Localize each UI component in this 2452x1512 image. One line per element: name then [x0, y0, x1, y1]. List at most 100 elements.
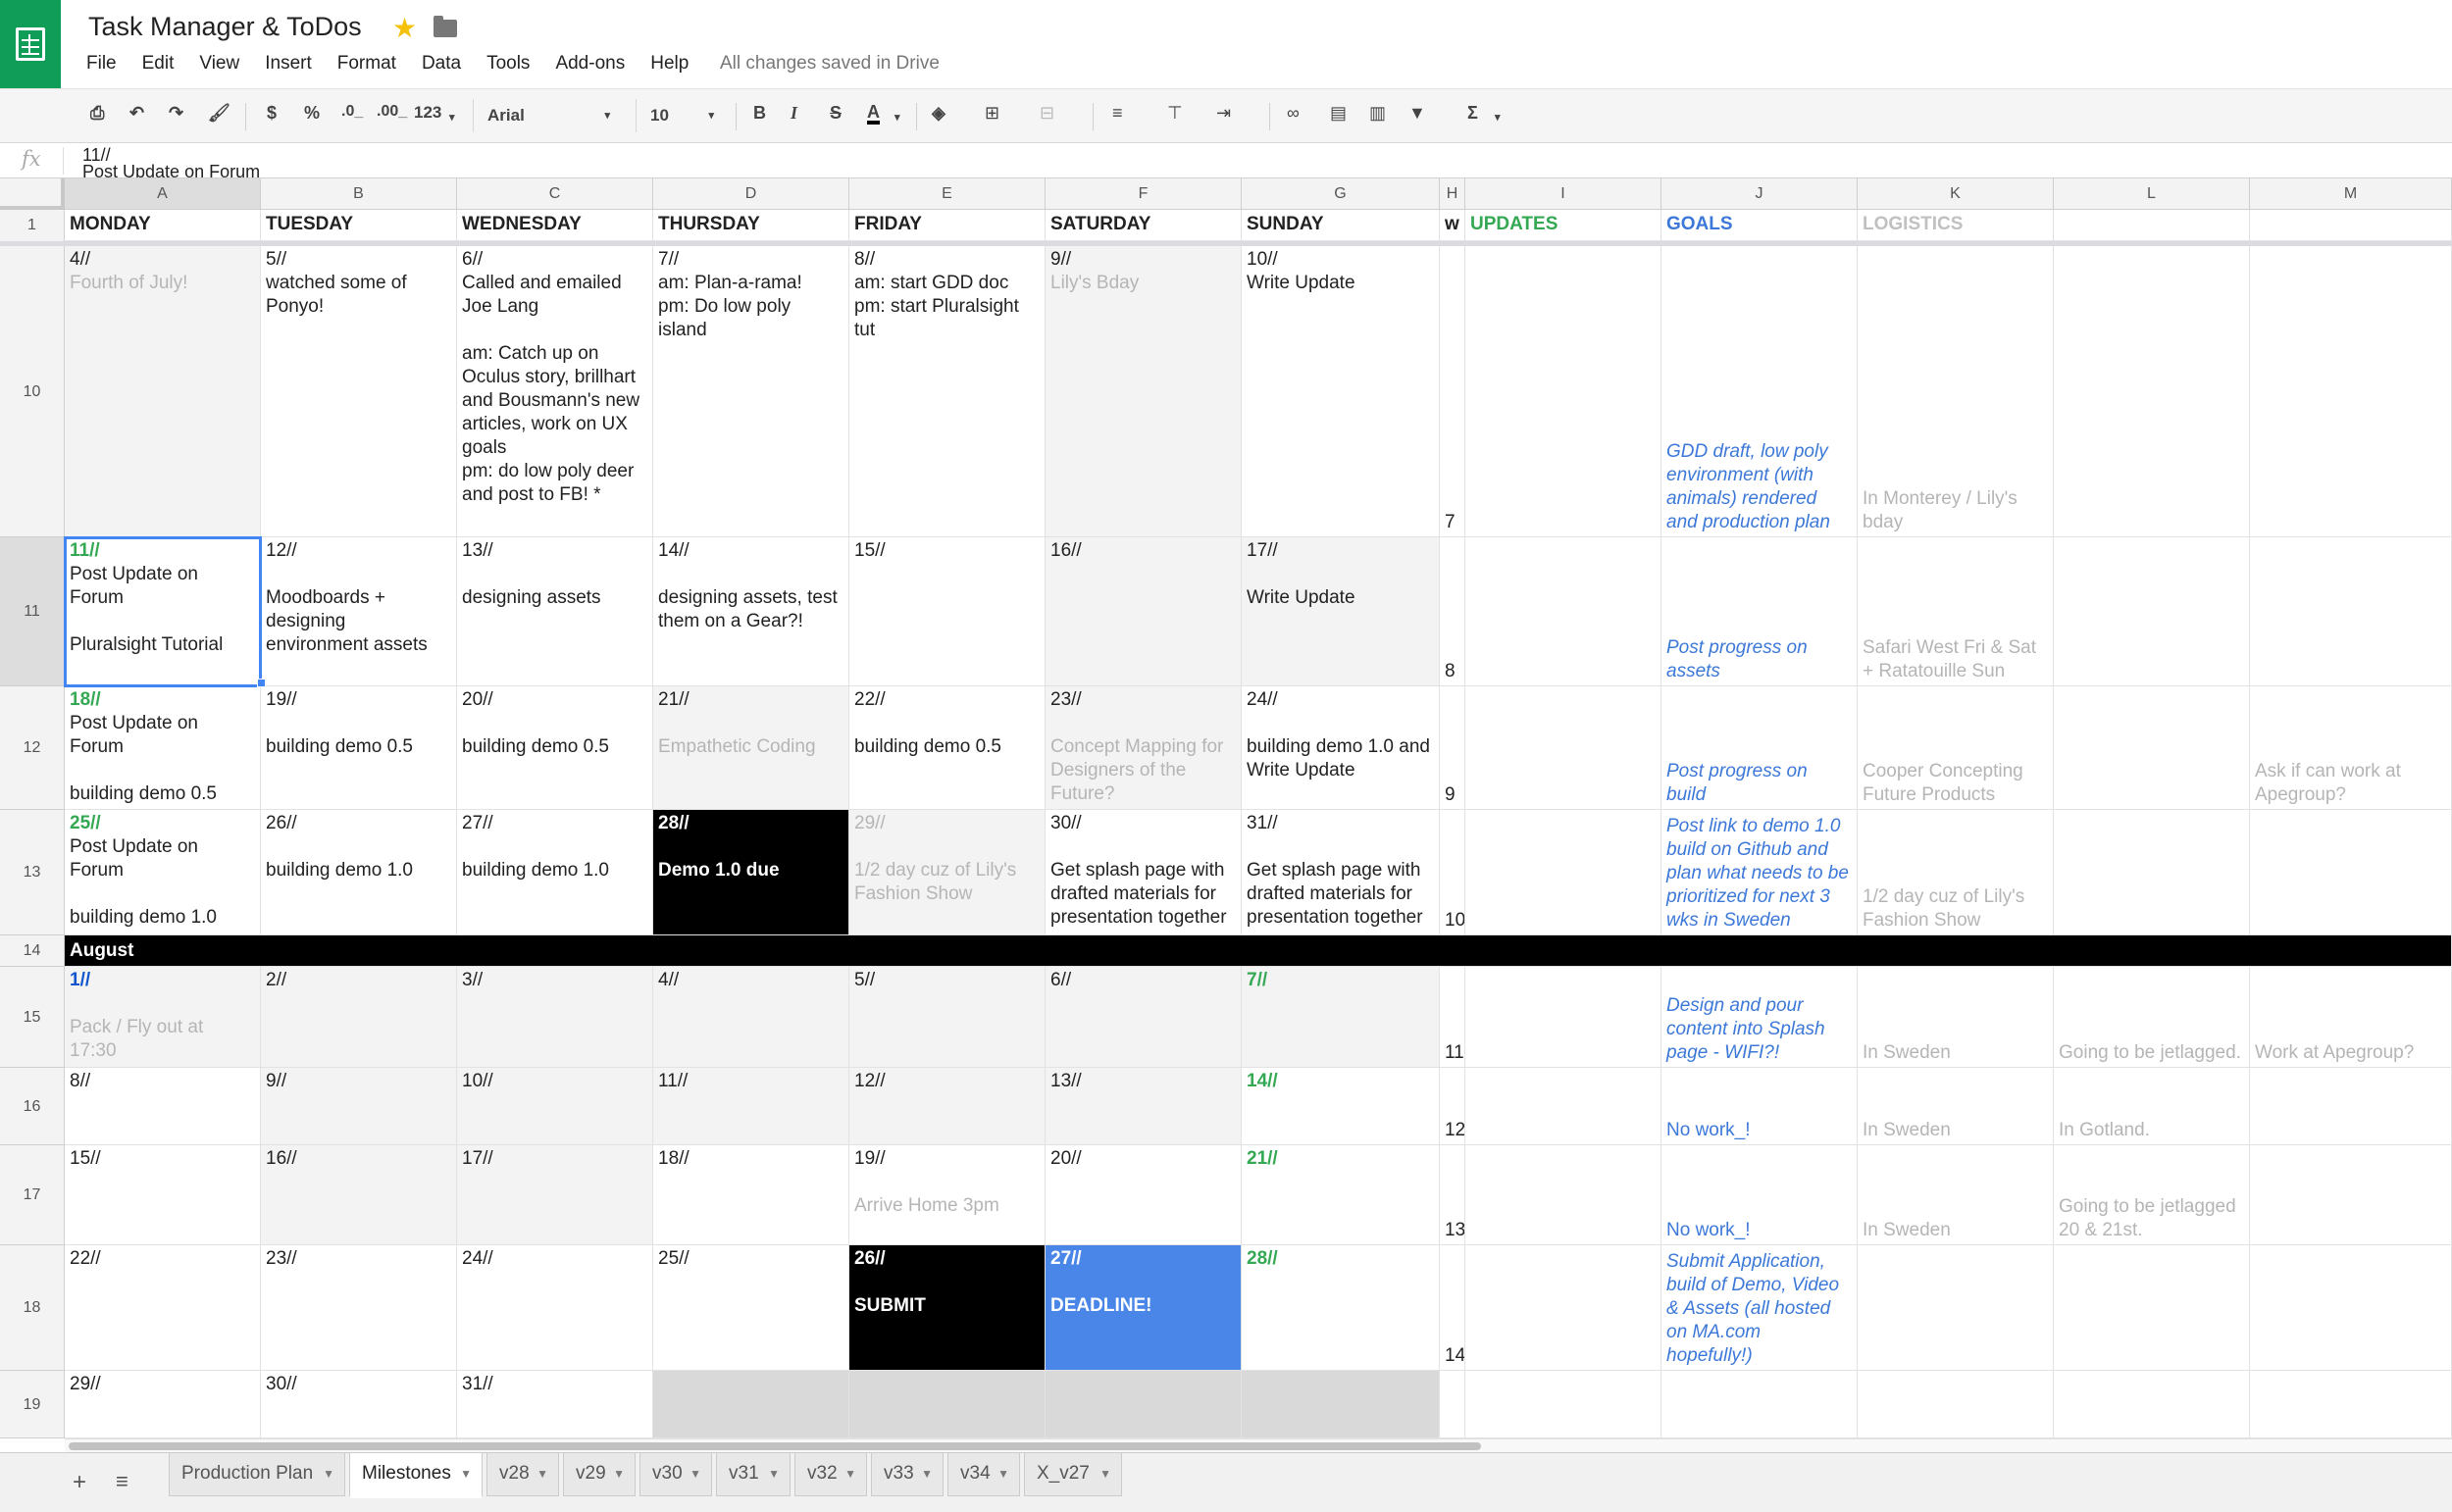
- currency-button[interactable]: $: [267, 103, 277, 124]
- link-icon[interactable]: ∞: [1287, 103, 1300, 124]
- text-wrap-icon[interactable]: ⇥: [1216, 103, 1231, 124]
- cell-e16[interactable]: 12//: [849, 1068, 1046, 1145]
- cell-i18[interactable]: [1465, 1245, 1661, 1371]
- fill-color-icon[interactable]: ◈: [932, 103, 945, 124]
- cell-f10[interactable]: 9// Lily's Bday: [1046, 246, 1242, 537]
- folder-icon[interactable]: [434, 16, 457, 37]
- column-header-c[interactable]: C: [457, 178, 653, 210]
- chevron-down-icon[interactable]: ▼: [613, 1453, 625, 1494]
- row-header-15[interactable]: 15: [0, 967, 65, 1068]
- cell-e17[interactable]: 19// Arrive Home 3pm: [849, 1145, 1046, 1245]
- cell-j13[interactable]: Post link to demo 1.0 build on Github an…: [1661, 810, 1858, 935]
- header-cell-a[interactable]: MONDAY: [65, 210, 261, 241]
- column-header-k[interactable]: K: [1858, 178, 2054, 210]
- document-title[interactable]: Task Manager & ToDos: [88, 12, 362, 42]
- cell-i15[interactable]: [1465, 967, 1661, 1068]
- column-header-g[interactable]: G: [1242, 178, 1440, 210]
- text-color-button[interactable]: A: [867, 103, 880, 125]
- column-header-i[interactable]: I: [1465, 178, 1661, 210]
- cell-c19[interactable]: 31//: [457, 1371, 653, 1438]
- column-header-e[interactable]: E: [849, 178, 1046, 210]
- cell-c15[interactable]: 3//: [457, 967, 653, 1068]
- cell-h17[interactable]: 13: [1440, 1145, 1465, 1245]
- sheet-tab[interactable]: v31 ▼: [716, 1453, 791, 1496]
- cell-m18[interactable]: [2250, 1245, 2452, 1371]
- header-cell-d[interactable]: THURSDAY: [653, 210, 849, 241]
- cell-h10[interactable]: 7: [1440, 246, 1465, 537]
- cell-e18[interactable]: 26// SUBMIT: [849, 1245, 1046, 1371]
- menu-file[interactable]: File: [86, 53, 117, 75]
- cell-m16[interactable]: [2250, 1068, 2452, 1145]
- cell-e19[interactable]: [849, 1371, 1046, 1438]
- cell-f18[interactable]: 27// DEADLINE!: [1046, 1245, 1242, 1371]
- cell-m13[interactable]: [2250, 810, 2452, 935]
- row-header-17[interactable]: 17: [0, 1145, 65, 1245]
- chevron-down-icon[interactable]: ▼: [460, 1453, 472, 1494]
- cell-k19[interactable]: [1858, 1371, 2054, 1438]
- column-header-j[interactable]: J: [1661, 178, 1858, 210]
- cell-m15[interactable]: Work at Apegroup?: [2250, 967, 2452, 1068]
- cell-b19[interactable]: 30//: [261, 1371, 457, 1438]
- cell-b18[interactable]: 23//: [261, 1245, 457, 1371]
- cell-e10[interactable]: 8// am: start GDD doc pm: start Pluralsig…: [849, 246, 1046, 537]
- sheet-tab[interactable]: v32 ▼: [794, 1453, 867, 1496]
- align-left-icon[interactable]: ≡: [1112, 103, 1123, 124]
- header-cell-b[interactable]: TUESDAY: [261, 210, 457, 241]
- cell-l18[interactable]: [2054, 1245, 2250, 1371]
- column-header-f[interactable]: F: [1046, 178, 1242, 210]
- cell-l17[interactable]: Going to be jetlagged 20 & 21st.: [2054, 1145, 2250, 1245]
- cell-h18[interactable]: 14: [1440, 1245, 1465, 1371]
- cell-e15[interactable]: 5//: [849, 967, 1046, 1068]
- cell-h16[interactable]: 12: [1440, 1068, 1465, 1145]
- cell-k13[interactable]: 1/2 day cuz of Lily's Fashion Show: [1858, 810, 2054, 935]
- menu-view[interactable]: View: [199, 53, 239, 75]
- chevron-down-icon[interactable]: ▼: [921, 1453, 933, 1494]
- print-icon[interactable]: ⎙: [90, 103, 104, 124]
- cell-f16[interactable]: 13//: [1046, 1068, 1242, 1145]
- cell-m12[interactable]: Ask if can work at Apegroup?: [2250, 686, 2452, 810]
- sheet-tab[interactable]: X_v27 ▼: [1024, 1453, 1122, 1496]
- cell-g18[interactable]: 28//: [1242, 1245, 1440, 1371]
- redo-icon[interactable]: ↷: [169, 103, 183, 124]
- scrollbar-thumb[interactable]: [69, 1442, 1481, 1450]
- header-cell-k[interactable]: LOGISTICS: [1858, 210, 2054, 241]
- chevron-down-icon[interactable]: ▼: [997, 1453, 1009, 1494]
- functions-button[interactable]: Σ: [1467, 103, 1478, 124]
- cell-i19[interactable]: [1465, 1371, 1661, 1438]
- menu-edit[interactable]: Edit: [142, 53, 175, 75]
- merge-cells-icon[interactable]: ⊟: [1040, 103, 1054, 124]
- row-header-11[interactable]: 11: [0, 537, 65, 686]
- cell-m10[interactable]: [2250, 246, 2452, 537]
- cell-i10[interactable]: [1465, 246, 1661, 537]
- borders-icon[interactable]: ⊞: [985, 103, 999, 124]
- cell-d16[interactable]: 11//: [653, 1068, 849, 1145]
- cell-k15[interactable]: In Sweden: [1858, 967, 2054, 1068]
- cell-k11[interactable]: Safari West Fri & Sat + Ratatouille Sun: [1858, 537, 2054, 686]
- column-header-d[interactable]: D: [653, 178, 849, 210]
- cell-h11[interactable]: 8: [1440, 537, 1465, 686]
- chevron-down-icon[interactable]: ▾: [449, 111, 455, 124]
- cell-c17[interactable]: 17//: [457, 1145, 653, 1245]
- fill-handle[interactable]: [257, 679, 266, 687]
- cell-f12[interactable]: 23// Concept Mapping for Designers of th…: [1046, 686, 1242, 810]
- cell-g15[interactable]: 7//: [1242, 967, 1440, 1068]
- cell-g11[interactable]: 17// Write Update: [1242, 537, 1440, 686]
- cell-d15[interactable]: 4//: [653, 967, 849, 1068]
- all-sheets-button[interactable]: ≡: [116, 1469, 128, 1494]
- number-format-button[interactable]: 123: [414, 103, 441, 123]
- column-header-l[interactable]: L: [2054, 178, 2250, 210]
- cell-d17[interactable]: 18//: [653, 1145, 849, 1245]
- cell-a15[interactable]: 1// Pack / Fly out at 17:30: [65, 967, 261, 1068]
- menu-data[interactable]: Data: [422, 53, 461, 75]
- cell-b16[interactable]: 9//: [261, 1068, 457, 1145]
- month-banner[interactable]: August: [65, 935, 2452, 967]
- cell-i16[interactable]: [1465, 1068, 1661, 1145]
- cell-k12[interactable]: Cooper Concepting Future Products: [1858, 686, 2054, 810]
- cell-j18[interactable]: Submit Application, build of Demo, Video…: [1661, 1245, 1858, 1371]
- cell-e13[interactable]: 29// 1/2 day cuz of Lily's Fashion Show: [849, 810, 1046, 935]
- select-all-corner[interactable]: [0, 178, 65, 210]
- cell-h13[interactable]: 10: [1440, 810, 1465, 935]
- chevron-down-icon[interactable]: ▼: [690, 1453, 701, 1494]
- sheet-tab[interactable]: v29 ▼: [563, 1453, 636, 1496]
- cell-g17[interactable]: 21//: [1242, 1145, 1440, 1245]
